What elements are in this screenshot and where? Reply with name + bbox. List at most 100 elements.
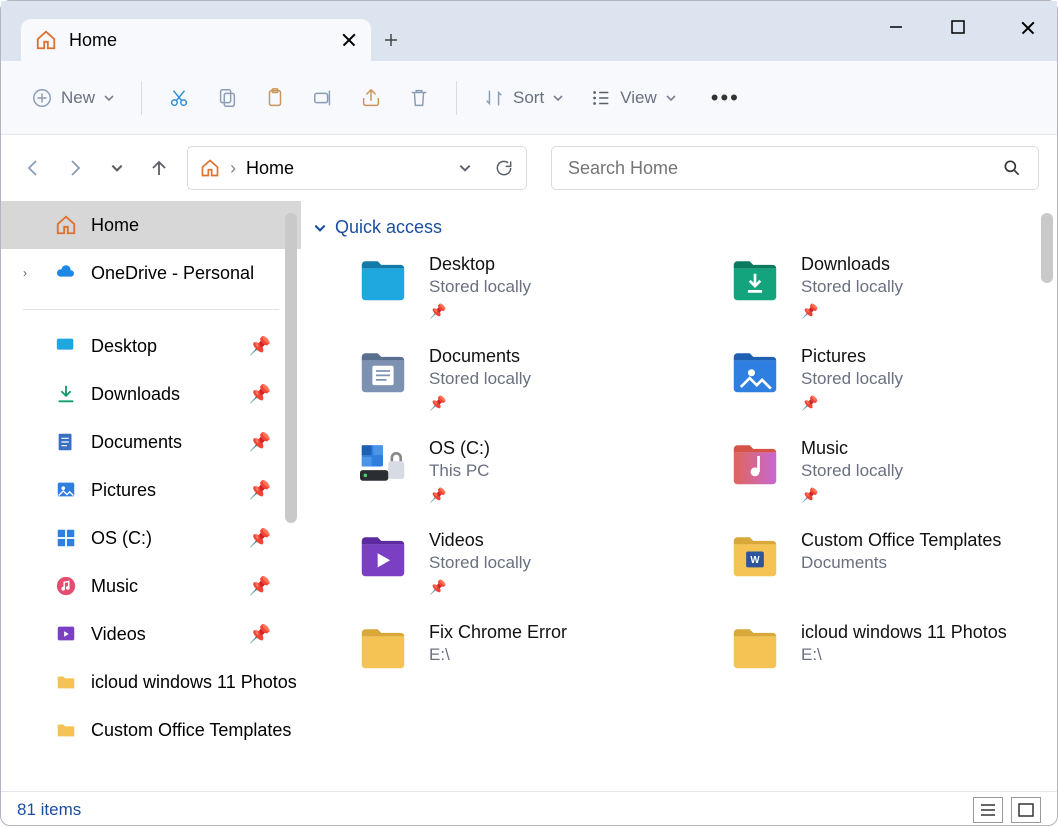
paste-button[interactable] — [254, 79, 296, 117]
pin-icon: 📌 — [249, 480, 271, 501]
details-view-button[interactable] — [973, 797, 1003, 823]
item-location: E:\ — [429, 645, 567, 665]
sidebar-item-onedrive[interactable]: › OneDrive - Personal — [1, 249, 301, 297]
drive-icon — [55, 527, 77, 549]
item-location: Stored locally — [429, 369, 531, 389]
share-button[interactable] — [350, 79, 392, 117]
sidebar-item-desktop[interactable]: Desktop📌 — [1, 322, 301, 370]
content-pane: Quick access DesktopStored locally📌Downl… — [301, 201, 1057, 791]
home-icon — [35, 29, 57, 51]
sidebar-item-label: icloud windows 11 Photos — [91, 672, 297, 693]
item-location: E:\ — [801, 645, 1007, 665]
sidebar-scrollbar[interactable] — [285, 213, 297, 523]
delete-button[interactable] — [398, 79, 440, 117]
forward-button[interactable] — [61, 154, 89, 182]
up-button[interactable] — [145, 154, 173, 182]
toolbar: New Sort View ••• — [1, 61, 1057, 135]
chevron-down-icon — [103, 92, 115, 104]
content-scrollbar[interactable] — [1041, 213, 1053, 283]
more-button[interactable]: ••• — [701, 77, 750, 119]
sidebar-item-label: Videos — [91, 624, 146, 645]
pin-icon: 📌 — [249, 432, 271, 453]
tab-home[interactable]: Home — [21, 19, 371, 61]
chevron-down-icon — [552, 92, 564, 104]
sidebar-item-home[interactable]: Home — [1, 201, 301, 249]
pin-icon: 📌 — [429, 487, 490, 504]
item-count: 81 items — [17, 800, 81, 820]
more-icon: ••• — [711, 85, 740, 111]
address-row: › Home — [1, 135, 1057, 201]
quick-access-downloads[interactable]: DownloadsStored locally📌 — [685, 254, 1047, 320]
sidebar-item-label: Home — [91, 215, 139, 236]
item-location: Documents — [801, 553, 1001, 573]
copy-button[interactable] — [206, 79, 248, 117]
maximize-button[interactable] — [927, 1, 989, 53]
quick-access-fix-chrome-error[interactable]: Fix Chrome ErrorE:\ — [313, 622, 675, 672]
sidebar: Home › OneDrive - Personal Desktop📌Downl… — [1, 201, 301, 791]
back-button[interactable] — [19, 154, 47, 182]
videos-icon — [55, 623, 77, 645]
trash-icon — [408, 87, 430, 109]
sidebar-item-downloads[interactable]: Downloads📌 — [1, 370, 301, 418]
search-icon[interactable] — [1002, 158, 1022, 178]
minimize-button[interactable] — [865, 1, 927, 53]
close-tab-icon[interactable] — [341, 32, 357, 48]
sidebar-item-label: Desktop — [91, 336, 157, 357]
quick-access-header[interactable]: Quick access — [313, 217, 1047, 238]
pin-icon: 📌 — [249, 384, 271, 405]
pin-icon: 📌 — [429, 395, 531, 412]
quick-access-custom-office-templates[interactable]: WCustom Office TemplatesDocuments — [685, 530, 1047, 596]
pin-icon: 📌 — [249, 576, 271, 597]
new-label: New — [61, 88, 95, 108]
view-button[interactable]: View — [580, 79, 687, 117]
rename-icon — [312, 87, 334, 109]
sort-button[interactable]: Sort — [473, 79, 574, 117]
quick-access-desktop[interactable]: DesktopStored locally📌 — [313, 254, 675, 320]
sidebar-item-videos[interactable]: Videos📌 — [1, 610, 301, 658]
close-button[interactable] — [989, 1, 1051, 53]
item-location: This PC — [429, 461, 490, 481]
sidebar-item-label: Custom Office Templates — [91, 720, 291, 741]
address-bar[interactable]: › Home — [187, 146, 527, 190]
share-icon — [360, 87, 382, 109]
new-button[interactable]: New — [21, 79, 125, 117]
quick-access-music[interactable]: MusicStored locally📌 — [685, 438, 1047, 504]
refresh-button[interactable] — [494, 158, 514, 178]
sidebar-item-label: OneDrive - Personal — [91, 263, 254, 284]
quick-access-documents[interactable]: DocumentsStored locally 📌 — [313, 346, 675, 412]
item-location: Stored locally — [429, 277, 531, 297]
desktop-icon — [55, 335, 77, 357]
recent-button[interactable] — [103, 154, 131, 182]
sidebar-item-pictures[interactable]: Pictures📌 — [1, 466, 301, 514]
quick-access-videos[interactable]: VideosStored locally📌 — [313, 530, 675, 596]
rename-button[interactable] — [302, 79, 344, 117]
search-input[interactable] — [568, 158, 1002, 179]
search-bar[interactable] — [551, 146, 1039, 190]
sidebar-item-icloud-windows-11-photos[interactable]: icloud windows 11 Photos — [1, 658, 301, 706]
chevron-right-icon[interactable]: › — [23, 266, 27, 280]
item-name: Documents — [429, 346, 531, 367]
titlebar: Home — [1, 1, 1057, 61]
pin-icon: 📌 — [429, 579, 531, 596]
new-tab-button[interactable] — [371, 19, 411, 61]
quick-access-icloud-windows-11-photos[interactable]: icloud windows 11 PhotosE:\ — [685, 622, 1047, 672]
cut-button[interactable] — [158, 79, 200, 117]
chevron-down-icon[interactable] — [458, 161, 472, 175]
svg-text:W: W — [750, 555, 760, 566]
copy-icon — [216, 87, 238, 109]
music-folder-icon — [725, 438, 785, 488]
downloads-folder-icon — [725, 254, 785, 304]
quick-access-os-c-[interactable]: OS (C:)This PC📌 — [313, 438, 675, 504]
drive-lock-icon — [353, 438, 413, 488]
sidebar-item-music[interactable]: Music📌 — [1, 562, 301, 610]
sidebar-item-os-c-[interactable]: OS (C:)📌 — [1, 514, 301, 562]
pin-icon: 📌 — [249, 528, 271, 549]
folder-icon — [55, 671, 77, 693]
item-location: Stored locally — [801, 369, 903, 389]
sidebar-item-custom-office-templates[interactable]: Custom Office Templates — [1, 706, 301, 754]
sidebar-item-documents[interactable]: Documents📌 — [1, 418, 301, 466]
quick-access-pictures[interactable]: PicturesStored locally📌 — [685, 346, 1047, 412]
thumbnails-view-button[interactable] — [1011, 797, 1041, 823]
videos-folder-icon — [353, 530, 413, 580]
item-location: Stored locally — [801, 277, 903, 297]
